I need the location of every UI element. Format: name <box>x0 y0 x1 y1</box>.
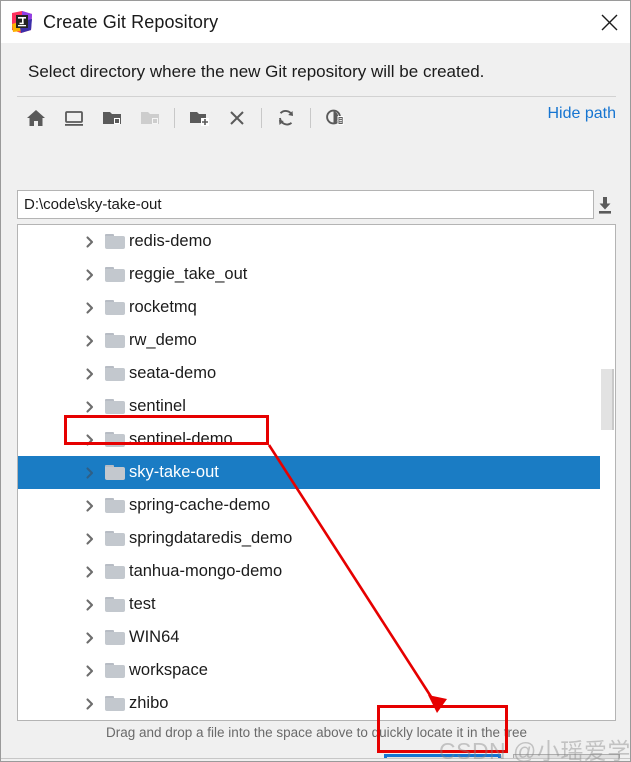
path-input[interactable] <box>17 190 594 219</box>
tree-item-label: rocketmq <box>129 298 197 316</box>
tree-item-label: sky-take-out <box>129 463 219 481</box>
folder-icon <box>105 530 125 547</box>
tree-item-label: tanhua-mongo-demo <box>129 562 283 580</box>
tree-row[interactable]: WIN64 <box>18 621 615 654</box>
chevron-right-icon[interactable] <box>81 497 99 515</box>
chevron-right-icon[interactable] <box>81 332 99 350</box>
tree-item-label: sentinel-demo <box>129 430 233 448</box>
toolbar-separator <box>310 107 311 128</box>
close-icon[interactable] <box>586 1 630 43</box>
folder-expand-icon <box>131 101 169 135</box>
prompt-text: Select directory where the new Git repos… <box>28 62 485 81</box>
tree-item-label: rw_demo <box>129 331 197 349</box>
folder-icon <box>105 563 125 580</box>
tree-item-label: test <box>129 595 156 613</box>
create-git-repository-dialog: Create Git Repository Select directory w… <box>0 0 631 762</box>
tree-row[interactable]: springdataredis_demo <box>18 522 615 555</box>
tree-item-label: spring-cache-demo <box>129 496 271 514</box>
tree-row-selected[interactable]: sky-take-out <box>18 456 615 489</box>
folder-collapse-icon[interactable] <box>93 101 131 135</box>
chevron-right-icon[interactable] <box>81 563 99 581</box>
home-icon[interactable] <box>17 101 55 135</box>
directory-tree[interactable]: redis-demo reggie_take_out rocketmq rw_demo… <box>17 224 616 721</box>
toolbar-divider <box>17 96 616 97</box>
folder-icon <box>105 365 125 382</box>
chevron-right-icon[interactable] <box>81 266 99 284</box>
tree-item-label: workspace <box>129 661 208 679</box>
tree-row[interactable]: zhibo <box>18 687 615 720</box>
folder-icon <box>105 497 125 514</box>
window-title: Create Git Repository <box>43 11 219 32</box>
file-chooser-toolbar: Hide path <box>17 99 616 136</box>
toolbar-separator <box>261 107 262 128</box>
tree-row[interactable]: tanhua-mongo-demo <box>18 555 615 588</box>
folder-icon <box>105 662 125 679</box>
folder-icon <box>105 431 125 448</box>
tree-row[interactable]: rocketmq <box>18 291 615 324</box>
tree-item-label: seata-demo <box>129 364 217 382</box>
tree-item-label: zhibo <box>129 694 169 712</box>
chevron-right-icon[interactable] <box>81 530 99 548</box>
tree-scrollbar-track[interactable] <box>600 225 615 720</box>
folder-icon <box>105 629 125 646</box>
delete-icon[interactable] <box>218 101 256 135</box>
chevron-right-icon[interactable] <box>81 695 99 713</box>
tree-row[interactable]: test <box>18 588 615 621</box>
tree-scrollbar-thumb[interactable] <box>601 369 614 430</box>
folder-icon <box>105 299 125 316</box>
chevron-right-icon[interactable] <box>81 662 99 680</box>
tree-rows: redis-demo reggie_take_out rocketmq rw_demo… <box>18 225 615 720</box>
bottom-strip <box>1 758 630 761</box>
show-hidden-icon[interactable] <box>316 101 354 135</box>
tree-row[interactable]: seata-demo <box>18 357 615 390</box>
dialog-body: Select directory where the new Git repos… <box>1 43 630 761</box>
tree-row[interactable]: workspace <box>18 654 615 687</box>
title-bar: Create Git Repository <box>1 1 630 43</box>
drag-drop-hint: Drag and drop a file into the space abov… <box>105 725 527 740</box>
new-folder-icon[interactable] <box>180 101 218 135</box>
tree-row[interactable]: sentinel-demo <box>18 423 615 456</box>
folder-icon <box>105 233 125 250</box>
tree-row[interactable]: sentinel <box>18 390 615 423</box>
folder-icon <box>105 464 125 481</box>
chevron-right-icon[interactable] <box>81 233 99 251</box>
chevron-right-icon[interactable] <box>81 365 99 383</box>
tree-row[interactable]: rw_demo <box>18 324 615 357</box>
tree-item-label: WIN64 <box>129 628 180 646</box>
hide-path-link[interactable]: Hide path <box>548 105 617 123</box>
tree-row[interactable]: spring-cache-demo <box>18 489 615 522</box>
path-row <box>17 190 616 219</box>
chevron-right-icon[interactable] <box>81 596 99 614</box>
tree-row[interactable]: reggie_take_out <box>18 258 615 291</box>
chevron-right-icon[interactable] <box>81 464 99 482</box>
folder-icon <box>105 398 125 415</box>
tree-item-label: redis-demo <box>129 232 212 250</box>
desktop-icon[interactable] <box>55 101 93 135</box>
intellij-idea-icon <box>10 10 34 34</box>
folder-icon <box>105 332 125 349</box>
folder-icon <box>105 596 125 613</box>
refresh-icon[interactable] <box>267 101 305 135</box>
path-history-icon[interactable] <box>594 190 616 219</box>
chevron-right-icon[interactable] <box>81 431 99 449</box>
chevron-right-icon[interactable] <box>81 299 99 317</box>
tree-item-label: springdataredis_demo <box>129 529 293 547</box>
tree-item-label: reggie_take_out <box>129 265 248 283</box>
chevron-right-icon[interactable] <box>81 398 99 416</box>
toolbar-separator <box>174 107 175 128</box>
tree-item-label: sentinel <box>129 397 186 415</box>
chevron-right-icon[interactable] <box>81 629 99 647</box>
folder-icon <box>105 266 125 283</box>
folder-icon <box>105 695 125 712</box>
tree-row[interactable]: redis-demo <box>18 225 615 258</box>
